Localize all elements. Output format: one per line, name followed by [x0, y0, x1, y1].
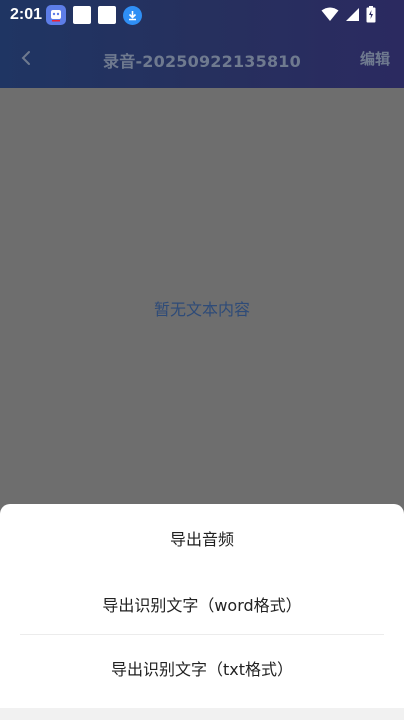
blank-square-icon — [73, 6, 91, 24]
sheet-bottom-edge — [0, 708, 404, 720]
export-audio-option[interactable]: 导出音频 — [0, 526, 404, 550]
signal-icon — [345, 7, 360, 26]
status-icons-left — [46, 5, 142, 25]
battery-icon — [366, 6, 376, 27]
app-bar: 录音-20250922135810 编辑 — [0, 36, 404, 80]
app-notification-icon — [46, 5, 66, 25]
edit-button[interactable]: 编辑 — [360, 48, 390, 69]
header-background: 2:01 录音-20250922135810 编辑 — [0, 0, 404, 88]
sheet-divider — [20, 634, 384, 635]
export-word-option[interactable]: 导出识别文字（word格式） — [0, 592, 404, 616]
page-title: 录音-20250922135810 — [103, 52, 301, 71]
export-txt-option[interactable]: 导出识别文字（txt格式） — [0, 656, 404, 680]
status-bar: 2:01 — [0, 0, 404, 32]
blank-square-icon — [98, 6, 116, 24]
export-bottom-sheet: 导出音频 导出识别文字（word格式） 导出识别文字（txt格式） — [0, 504, 404, 720]
empty-state-text: 暂无文本内容 — [153, 300, 250, 319]
wifi-icon — [321, 7, 339, 26]
download-icon — [123, 5, 142, 25]
status-icons-right — [321, 6, 376, 27]
status-time: 2:01 — [10, 6, 43, 23]
